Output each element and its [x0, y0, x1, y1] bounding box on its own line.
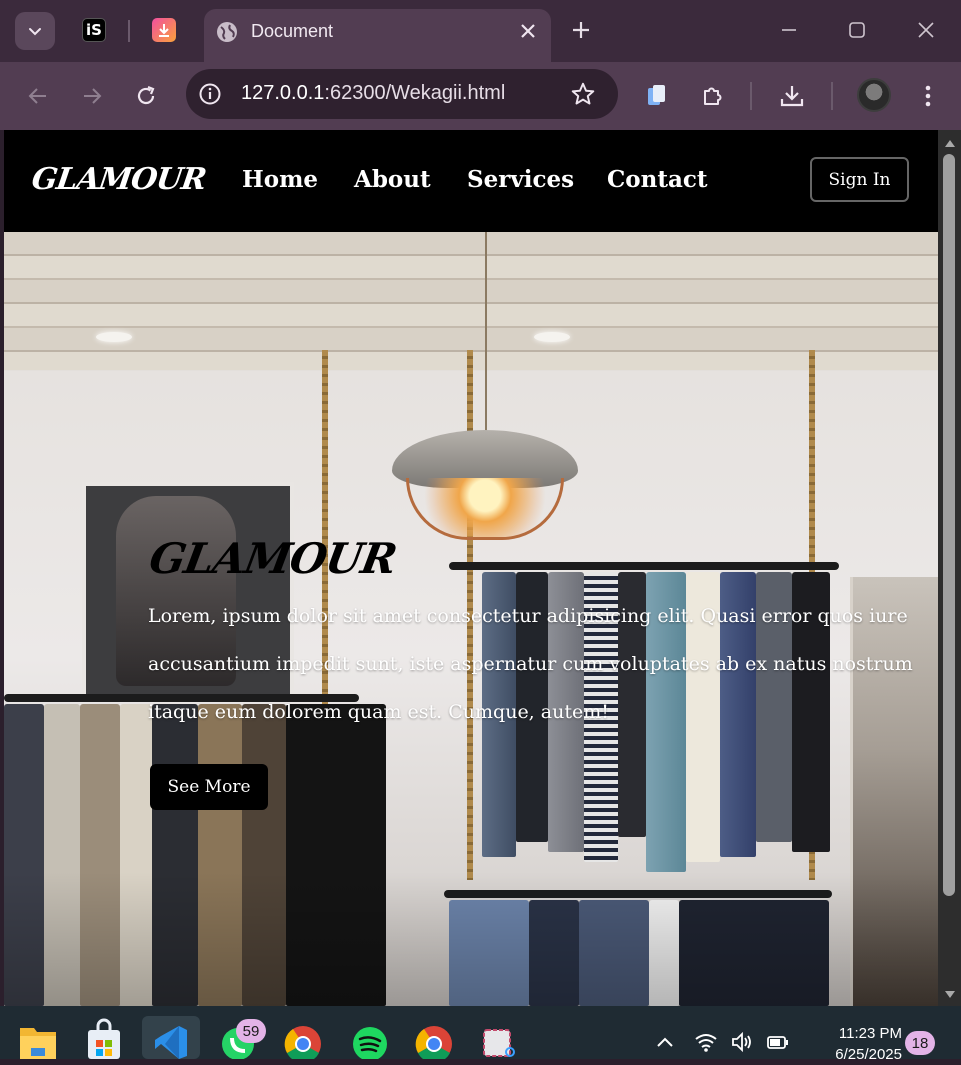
- tab-separator: [128, 20, 130, 42]
- tab-document[interactable]: Document: [204, 9, 551, 62]
- documents-icon: [648, 85, 665, 105]
- lamp-cord: [485, 232, 487, 432]
- download-icon: [159, 24, 169, 37]
- address-bar[interactable]: 127.0.0.1:62300/Wekagii.html: [186, 69, 618, 119]
- tab-search-button[interactable]: [15, 12, 55, 50]
- clock-time: 11:23 PM: [838, 1025, 902, 1042]
- close-icon[interactable]: [519, 19, 537, 43]
- scroll-down-arrow-icon[interactable]: [944, 990, 956, 1000]
- more-vertical-icon: [925, 85, 931, 107]
- vscode-icon: [155, 1026, 187, 1059]
- hero-title: GLAMOUR: [145, 534, 400, 583]
- arrow-right-icon: [84, 88, 102, 104]
- tab-favicon-is[interactable]: iS: [82, 18, 106, 42]
- hero-description: Lorem, ipsum dolor sit amet consectetur …: [148, 605, 913, 723]
- new-tab-icon[interactable]: [569, 18, 593, 42]
- arrow-left-icon: [28, 88, 46, 104]
- minimize-icon[interactable]: [777, 18, 801, 42]
- folder-icon: [20, 1028, 56, 1059]
- url-path: :62300/Wekagii.html: [324, 82, 506, 104]
- lamp-cage: [406, 478, 564, 540]
- bookmark-star-icon[interactable]: [570, 81, 596, 107]
- browser-toolbar: 127.0.0.1:62300/Wekagii.html: [0, 62, 961, 130]
- ceiling-light: [534, 332, 570, 342]
- site-navbar: GLAMOUR Home About Services Contact Sign…: [4, 130, 938, 232]
- chevron-down-icon: [29, 28, 41, 36]
- chevron-up-icon[interactable]: [653, 1031, 677, 1053]
- taskbar-chrome-2[interactable]: [414, 1018, 454, 1059]
- floor-shadow: [4, 872, 938, 1006]
- taskbar-chrome[interactable]: [283, 1018, 323, 1059]
- downloads-button[interactable]: [778, 82, 806, 110]
- ceiling-light: [96, 332, 132, 342]
- extension-docs-button[interactable]: [643, 82, 671, 110]
- nav-contact[interactable]: Contact: [607, 166, 708, 193]
- taskbar-spotify[interactable]: [350, 1018, 390, 1059]
- snipping-tool-icon: [483, 1029, 515, 1057]
- sign-in-button[interactable]: Sign In: [810, 157, 909, 202]
- browser-tabstrip: iS Document: [0, 0, 961, 62]
- nav-home[interactable]: Home: [242, 166, 318, 193]
- whatsapp-badge: 59: [236, 1019, 266, 1043]
- info-icon[interactable]: [198, 82, 222, 106]
- windows-taskbar: 59 11:23 PM 6/25/2025 18: [0, 1006, 961, 1063]
- chrome-icon: [284, 1026, 321, 1059]
- hero-section: GLAMOUR Lorem, ipsum dolor sit amet cons…: [4, 232, 938, 1006]
- extensions-button[interactable]: [698, 82, 726, 110]
- download-tray-icon: [780, 86, 804, 107]
- nav-services[interactable]: Services: [467, 166, 574, 193]
- globe-icon: [217, 22, 237, 42]
- chrome-icon: [415, 1026, 452, 1059]
- taskbar-file-explorer[interactable]: [18, 1018, 58, 1059]
- taskbar-snipping-tool[interactable]: [480, 1018, 520, 1059]
- maximize-icon[interactable]: [845, 18, 869, 42]
- menu-button[interactable]: [914, 82, 942, 110]
- store-icon: [88, 1018, 120, 1059]
- profile-avatar[interactable]: [857, 78, 891, 112]
- tab-favicon-download[interactable]: [152, 18, 176, 42]
- puzzle-icon: [704, 87, 722, 105]
- scroll-up-arrow-icon[interactable]: [944, 138, 956, 148]
- nav-about[interactable]: About: [354, 166, 431, 193]
- back-button[interactable]: [24, 82, 52, 110]
- scrollbar-thumb[interactable]: [943, 154, 955, 896]
- site-logo[interactable]: GLAMOUR: [30, 162, 208, 197]
- see-more-button[interactable]: See More: [150, 764, 268, 810]
- tab-favicon-text: iS: [86, 21, 102, 39]
- spotify-icon: [353, 1027, 387, 1059]
- page-viewport: GLAMOUR Home About Services Contact Sign…: [4, 130, 938, 1006]
- page-scrollbar[interactable]: [938, 130, 961, 1006]
- taskbar-vscode[interactable]: [151, 1018, 191, 1059]
- forward-button[interactable]: [78, 82, 106, 110]
- reload-button[interactable]: [132, 82, 160, 110]
- url-host: 127.0.0.1: [241, 82, 325, 104]
- url-text[interactable]: 127.0.0.1:62300/Wekagii.html: [241, 82, 505, 105]
- wifi-icon[interactable]: [694, 1031, 718, 1053]
- notification-badge[interactable]: 18: [905, 1031, 935, 1055]
- reload-icon: [137, 85, 155, 105]
- toolbar-separator: [750, 82, 752, 110]
- battery-icon[interactable]: [766, 1031, 790, 1053]
- volume-icon[interactable]: [730, 1031, 754, 1053]
- tab-title: Document: [251, 21, 334, 41]
- window-close-icon[interactable]: [914, 18, 938, 42]
- clock-date: 6/25/2025: [835, 1046, 902, 1063]
- toolbar-separator: [831, 82, 833, 110]
- clothing-rack-upper: [449, 562, 839, 570]
- taskbar-store[interactable]: [84, 1018, 124, 1059]
